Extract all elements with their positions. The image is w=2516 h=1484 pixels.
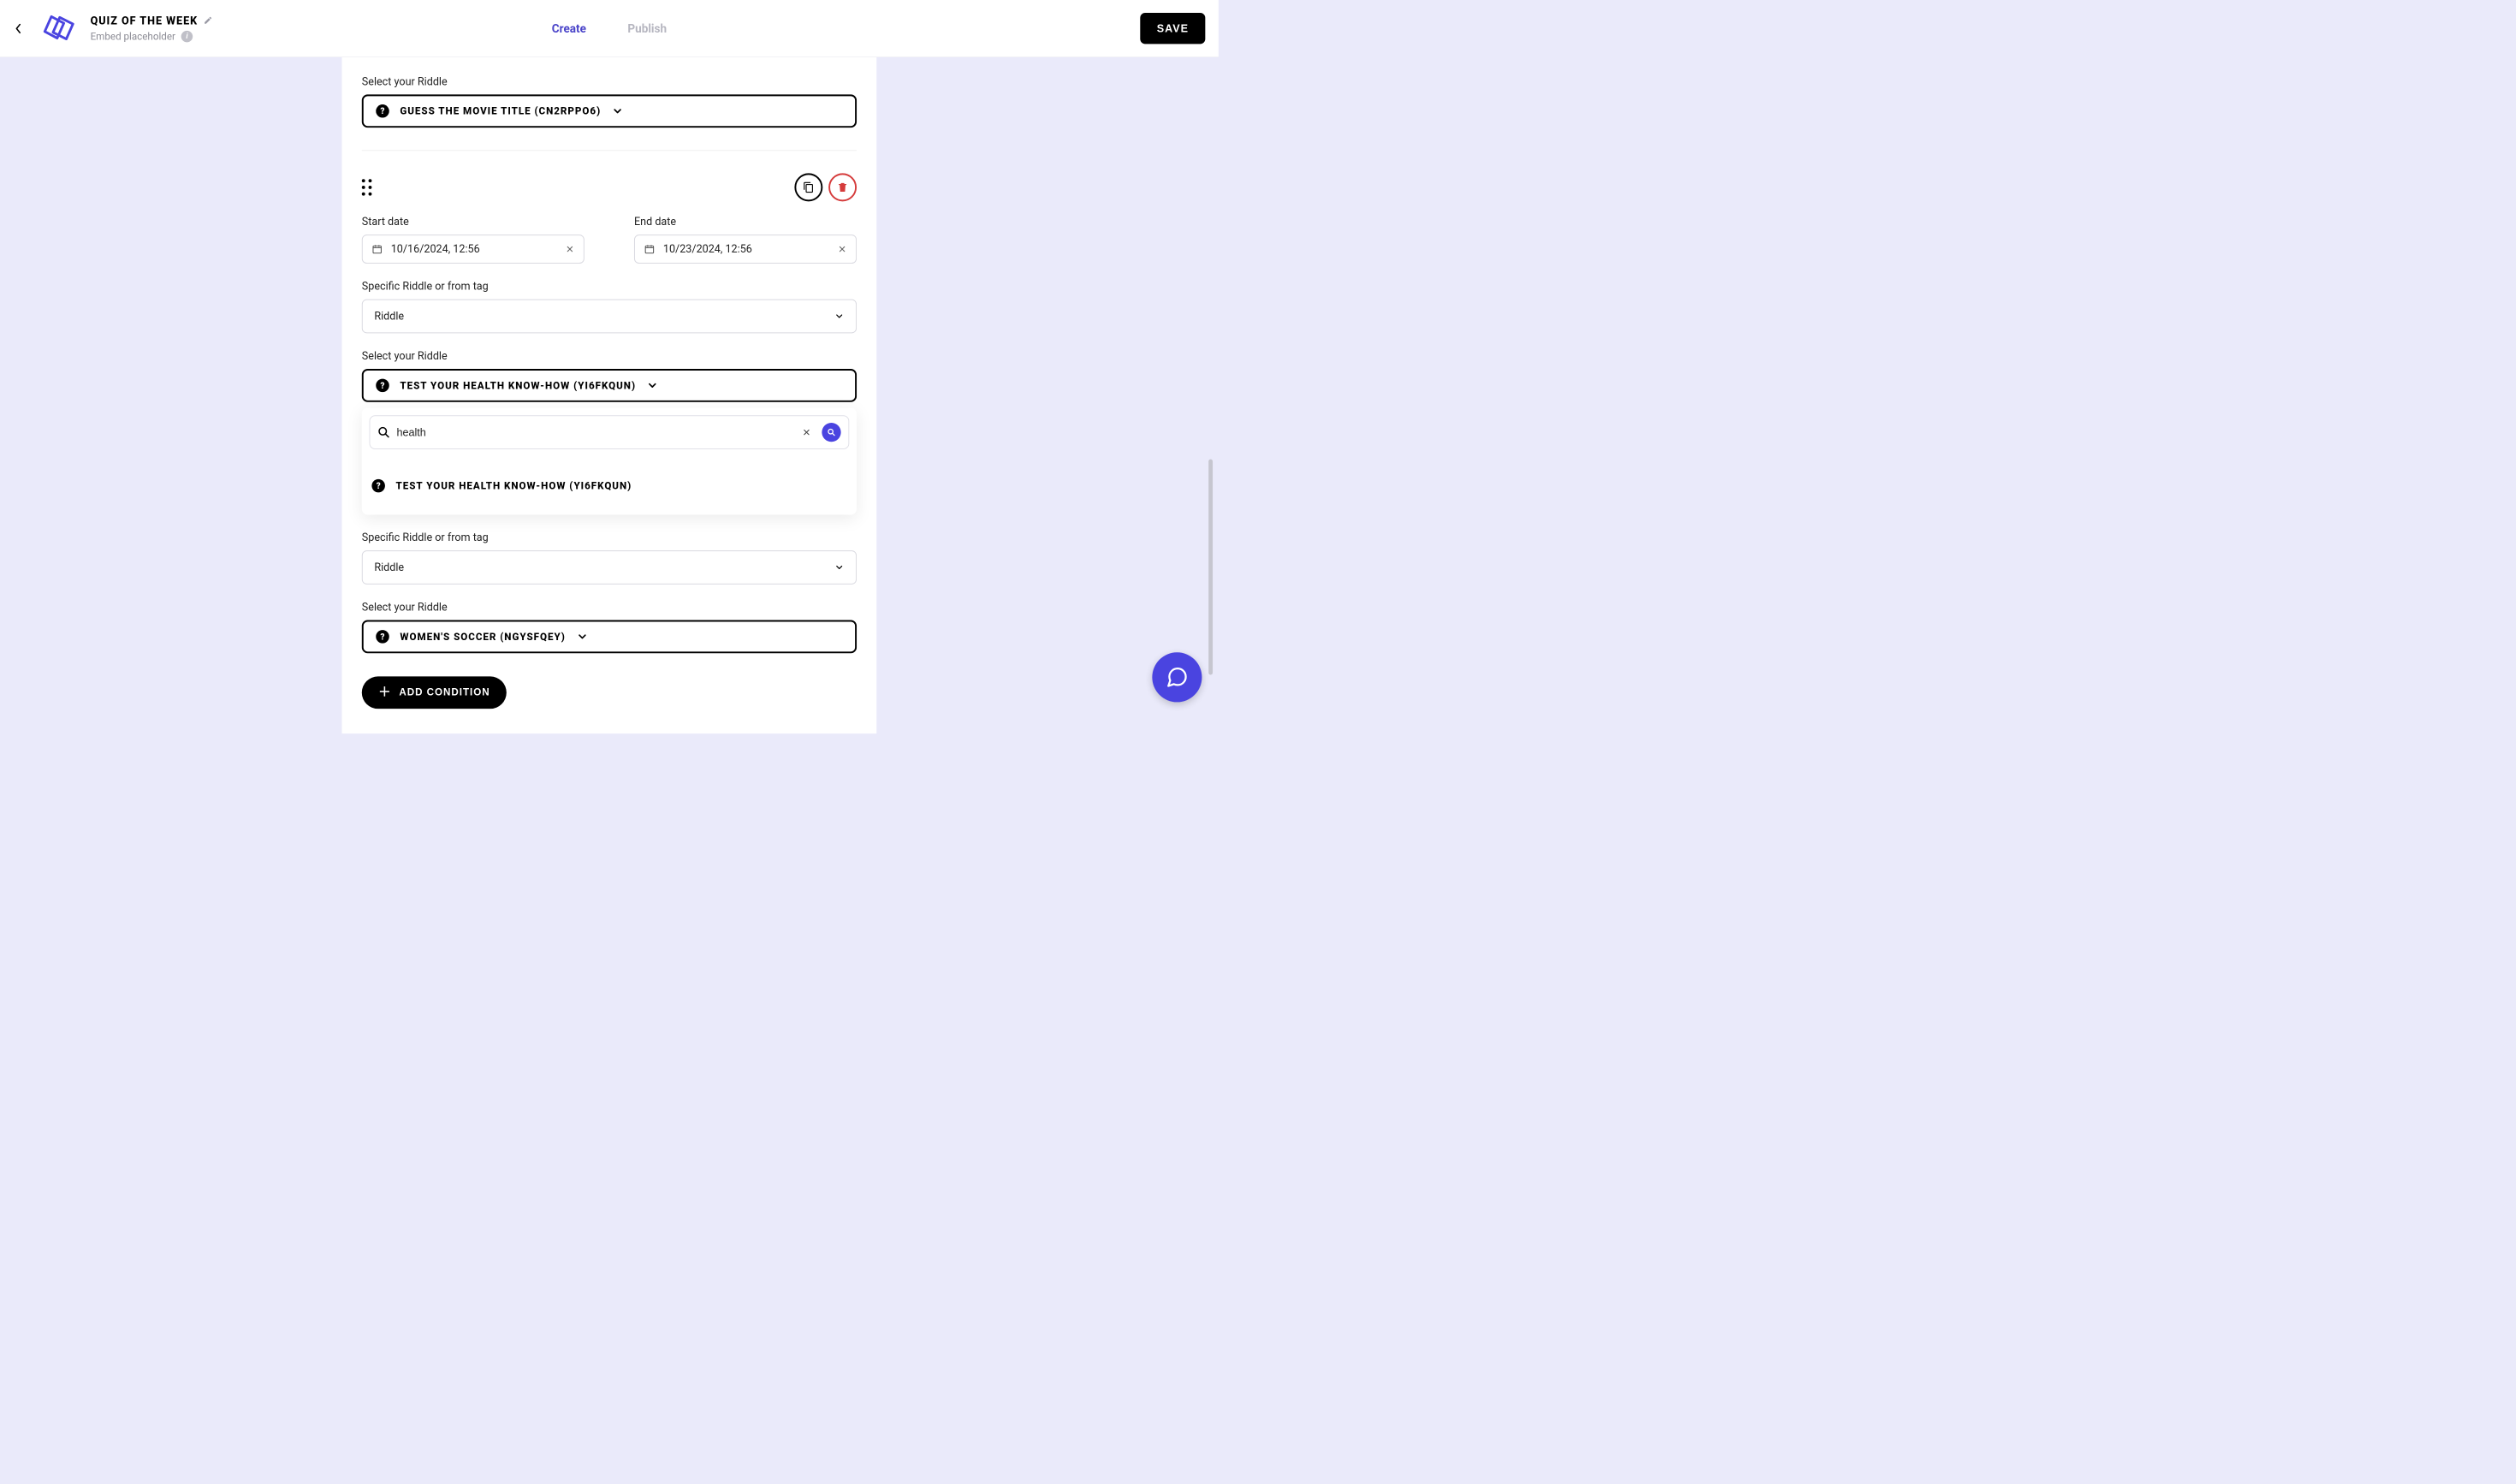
app-logo	[32, 13, 77, 44]
clear-end-date[interactable]	[838, 245, 847, 254]
info-icon[interactable]: i	[181, 31, 193, 43]
clear-search-button[interactable]	[802, 428, 811, 437]
tag-select-value-3: Riddle	[374, 561, 404, 574]
tag-select-label-2: Specific Riddle or from tag	[362, 280, 857, 293]
start-date-label: Start date	[362, 216, 584, 229]
riddle-dropdown-panel: ? TEST YOUR HEALTH KNOW-HOW (YI6FKQUN)	[362, 408, 857, 515]
riddle-select-1[interactable]: ? GUESS THE MOVIE TITLE (CN2RPPO6)	[362, 94, 857, 128]
search-results: ? TEST YOUR HEALTH KNOW-HOW (YI6FKQUN)	[370, 449, 850, 508]
question-icon: ?	[376, 104, 389, 117]
app-header: QUIZ OF THE WEEK Embed placeholder i Cre…	[0, 0, 1219, 57]
search-result-item[interactable]: ? TEST YOUR HEALTH KNOW-HOW (YI6FKQUN)	[370, 472, 850, 499]
select-riddle-label-1: Select your Riddle	[362, 75, 857, 88]
question-icon: ?	[376, 379, 389, 392]
scrollbar[interactable]	[1208, 460, 1213, 675]
nav-tabs: Create Publish	[552, 21, 667, 35]
riddle-select-2[interactable]: ? TEST YOUR HEALTH KNOW-HOW (YI6FKQUN)	[362, 369, 857, 402]
riddle-name-1: GUESS THE MOVIE TITLE (CN2RPPO6)	[400, 105, 601, 117]
chevron-down-icon	[647, 380, 659, 392]
tab-create[interactable]: Create	[552, 21, 586, 35]
block-header-2	[362, 173, 857, 201]
chevron-down-icon	[576, 631, 588, 643]
duplicate-button[interactable]	[794, 173, 822, 201]
plus-icon: ＋	[378, 686, 391, 699]
add-condition-label: ADD CONDITION	[399, 686, 490, 698]
chat-icon	[1166, 666, 1189, 689]
start-date-value: 10/16/2024, 12:56	[391, 243, 557, 256]
divider	[362, 150, 857, 151]
back-button[interactable]	[13, 23, 23, 33]
editor-card: Select your Riddle ? GUESS THE MOVIE TIT…	[342, 57, 877, 733]
start-date-input[interactable]: 10/16/2024, 12:56	[362, 234, 584, 264]
question-icon: ?	[371, 479, 384, 492]
tag-select-value-2: Riddle	[374, 310, 404, 323]
title-block: QUIZ OF THE WEEK Embed placeholder i	[91, 15, 213, 42]
chat-widget-button[interactable]	[1152, 652, 1202, 702]
trash-icon	[837, 181, 849, 193]
copy-icon	[803, 181, 815, 193]
chevron-down-icon	[612, 105, 624, 117]
select-riddle-label-2: Select your Riddle	[362, 350, 857, 363]
tab-publish[interactable]: Publish	[627, 21, 667, 35]
clear-start-date[interactable]	[566, 245, 575, 254]
riddle-name-3: WOMEN'S SOCCER (NGYSFQEY)	[400, 631, 566, 643]
riddle-search	[370, 415, 850, 449]
chevron-down-icon	[834, 312, 845, 322]
riddle-select-3[interactable]: ? WOMEN'S SOCCER (NGYSFQEY)	[362, 620, 857, 654]
end-date-value: 10/23/2024, 12:56	[663, 243, 829, 256]
add-condition-button[interactable]: ＋ ADD CONDITION	[362, 676, 507, 709]
drag-handle-icon[interactable]	[362, 179, 372, 195]
end-date-input[interactable]: 10/23/2024, 12:56	[634, 234, 857, 264]
page-subtitle: Embed placeholder	[91, 31, 175, 43]
search-result-label: TEST YOUR HEALTH KNOW-HOW (YI6FKQUN)	[396, 480, 632, 492]
riddle-name-2: TEST YOUR HEALTH KNOW-HOW (YI6FKQUN)	[400, 380, 636, 392]
question-icon: ?	[376, 630, 389, 643]
tag-select-3[interactable]: Riddle	[362, 550, 857, 585]
select-riddle-label-3: Select your Riddle	[362, 601, 857, 614]
chevron-left-icon	[15, 23, 21, 33]
page-title: QUIZ OF THE WEEK	[91, 15, 199, 27]
chevron-down-icon	[834, 562, 845, 573]
riddle-search-input[interactable]	[396, 426, 795, 439]
search-icon	[827, 428, 836, 437]
tag-select-2[interactable]: Riddle	[362, 300, 857, 334]
end-date-label: End date	[634, 216, 857, 229]
search-icon	[377, 426, 390, 439]
search-submit-button[interactable]	[822, 423, 840, 442]
delete-button[interactable]	[828, 173, 857, 201]
calendar-icon	[644, 244, 656, 255]
save-button[interactable]: SAVE	[1140, 13, 1205, 44]
calendar-icon	[371, 244, 383, 255]
pencil-icon	[204, 15, 213, 25]
edit-title-button[interactable]	[204, 15, 213, 27]
tag-select-label-3: Specific Riddle or from tag	[362, 531, 857, 544]
